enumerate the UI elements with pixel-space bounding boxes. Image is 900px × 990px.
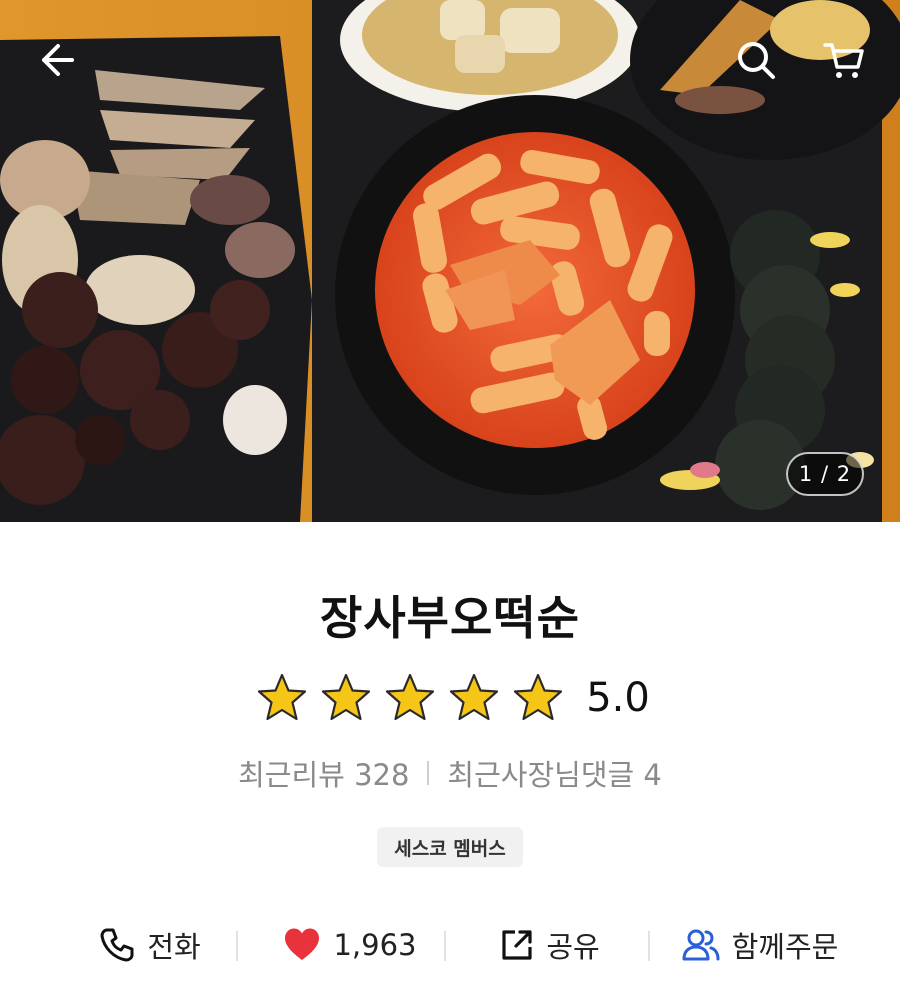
- store-name: 장사부오떡순: [320, 591, 580, 645]
- arrow-left-icon: [42, 44, 74, 76]
- call-label: 전화: [147, 930, 201, 964]
- back-button[interactable]: [26, 30, 86, 90]
- search-button[interactable]: [726, 30, 786, 90]
- star-icon: [322, 673, 371, 721]
- owner-comments-link[interactable]: 최근사장님댓글 4: [447, 752, 661, 794]
- phone-icon: [100, 928, 134, 962]
- divider: [444, 931, 446, 961]
- like-count: 1,963: [333, 928, 417, 962]
- rating-row: 5.0: [0, 668, 900, 728]
- call-button[interactable]: 전화: [70, 915, 230, 975]
- rating-value: 5.0: [586, 675, 650, 721]
- star-rating: [250, 672, 570, 724]
- group-order-button[interactable]: 함께주문: [660, 915, 860, 975]
- like-button[interactable]: 1,963: [270, 915, 430, 975]
- cart-icon: [823, 43, 864, 78]
- cart-button[interactable]: [814, 30, 874, 90]
- people-icon: [682, 929, 720, 961]
- share-icon: [502, 930, 532, 960]
- share-button[interactable]: 공유: [480, 915, 620, 975]
- photo-counter: 1 / 2: [786, 452, 864, 496]
- star-icon: [450, 673, 499, 721]
- star-icon: [514, 673, 563, 721]
- search-icon: [738, 42, 775, 79]
- group-order-label: 함께주문: [731, 930, 839, 964]
- cesco-member-badge: 세스코 멤버스: [377, 827, 523, 867]
- store-photo-carousel[interactable]: 1 / 2: [0, 0, 900, 522]
- review-summary: 최근리뷰 328 최근사장님댓글 4: [0, 752, 900, 794]
- heart-icon: [285, 928, 320, 960]
- divider: [427, 761, 430, 785]
- divider: [236, 931, 238, 961]
- action-bar: 전화 1,963 공유 함께주문: [0, 915, 900, 975]
- recent-reviews-link[interactable]: 최근리뷰 328: [238, 752, 409, 794]
- star-icon: [386, 673, 435, 721]
- star-icon: [258, 673, 307, 721]
- share-label: 공유: [546, 930, 600, 964]
- divider: [648, 931, 650, 961]
